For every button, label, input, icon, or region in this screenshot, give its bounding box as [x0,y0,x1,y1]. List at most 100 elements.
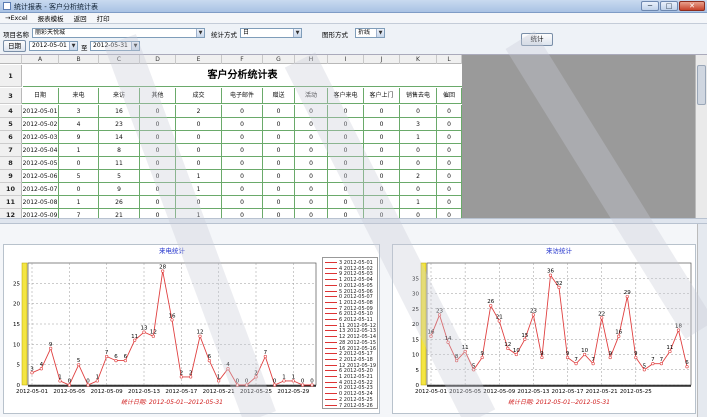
column-header-H[interactable]: H [295,55,328,64]
table-cell[interactable]: 0 [222,105,263,118]
column-header-F[interactable]: F [222,55,263,64]
table-cell[interactable]: 0 [364,144,400,157]
table-cell[interactable]: 销售去电 [400,88,437,104]
table-cell[interactable]: 9 [59,131,99,144]
table-cell[interactable]: 0 [328,209,364,218]
column-header-D[interactable]: D [140,55,176,64]
table-cell[interactable]: 0 [437,183,462,196]
table-cell[interactable]: 2012-05-02 [22,118,59,131]
table-cell[interactable]: 客户来电 [328,88,364,104]
table-cell[interactable]: 2012-05-01 [22,105,59,118]
table-cell[interactable]: 16 [99,105,140,118]
table-cell[interactable]: 日期 [22,88,59,104]
chevron-down-icon[interactable]: ▼ [293,29,301,37]
chevron-down-icon[interactable]: ▼ [196,29,204,37]
table-cell[interactable]: 0 [140,209,176,218]
minimize-button[interactable]: ─ [641,1,659,11]
chart-mode-select[interactable]: 折线 ▼ [355,28,385,38]
table-cell[interactable]: 催回 [437,88,462,104]
table-cell[interactable]: 0 [295,131,328,144]
table-cell[interactable]: 0 [328,118,364,131]
table-cell[interactable]: 2012-05-06 [22,170,59,183]
table-cell[interactable]: 2012-05-07 [22,183,59,196]
table-cell[interactable]: 23 [99,118,140,131]
charts-scrollbar[interactable] [697,224,707,417]
table-cell[interactable]: 3 [400,118,437,131]
table-cell[interactable]: 0 [140,157,176,170]
table-cell[interactable]: 0 [328,196,364,209]
table-cell[interactable]: 0 [222,118,263,131]
table-cell[interactable]: 0 [222,144,263,157]
table-cell[interactable]: 0 [400,157,437,170]
date-to-picker[interactable]: 2012-05-31 ▼ [90,41,140,51]
table-cell[interactable]: 0 [222,196,263,209]
table-cell[interactable]: 5 [59,170,99,183]
table-cell[interactable]: 0 [263,209,295,218]
table-cell[interactable]: 0 [176,131,222,144]
maximize-button[interactable]: □ [660,1,678,11]
table-cell[interactable]: 0 [437,144,462,157]
table-cell[interactable]: 2 [400,170,437,183]
column-header-G[interactable]: G [263,55,295,64]
table-cell[interactable]: 1 [59,144,99,157]
chevron-down-icon[interactable]: ▼ [376,29,384,37]
table-cell[interactable]: 0 [263,157,295,170]
table-cell[interactable]: 0 [140,144,176,157]
row-header[interactable]: 11 [0,196,22,209]
table-cell[interactable]: 26 [99,196,140,209]
table-cell[interactable]: 1 [400,131,437,144]
table-cell[interactable]: 1 [176,170,222,183]
table-cell[interactable]: 0 [263,196,295,209]
table-cell[interactable]: 0 [140,183,176,196]
table-cell[interactable]: 0 [176,144,222,157]
table-cell[interactable]: 2012-05-03 [22,131,59,144]
table-cell[interactable]: 0 [263,131,295,144]
table-cell[interactable]: 0 [176,196,222,209]
table-cell[interactable]: 来电 [59,88,99,104]
chevron-down-icon[interactable]: ▼ [131,42,139,50]
table-cell[interactable]: 0 [437,170,462,183]
menu-item-print[interactable]: 打印 [92,13,115,23]
row-header[interactable]: 4 [0,105,22,118]
table-cell[interactable]: 0 [364,209,400,218]
table-cell[interactable]: 9 [99,183,140,196]
table-cell[interactable]: 活动 [295,88,328,104]
table-cell[interactable]: 其他 [140,88,176,104]
table-cell[interactable]: 0 [59,157,99,170]
table-cell[interactable]: 2012-05-04 [22,144,59,157]
table-cell[interactable]: 3 [59,105,99,118]
table-cell[interactable]: 0 [364,118,400,131]
table-cell[interactable]: 0 [222,183,263,196]
column-header-I[interactable]: I [328,55,364,64]
table-cell[interactable]: 0 [400,105,437,118]
table-cell[interactable]: 0 [328,170,364,183]
table-cell[interactable]: 0 [295,118,328,131]
table-cell[interactable]: 0 [263,118,295,131]
table-cell[interactable]: 0 [263,170,295,183]
row-header[interactable]: 3 [0,88,22,104]
stat-mode-select[interactable]: 日 ▼ [240,28,302,38]
table-cell[interactable]: 0 [328,105,364,118]
table-cell[interactable]: 0 [295,170,328,183]
row-header[interactable]: 5 [0,118,22,131]
project-select[interactable]: 丽彩天悦城 ▼ [32,28,205,38]
report-sheet[interactable]: ABCDEFGHIJKL 1 客户分析统计表 3 日期 来电 来访 其他 成交 电子邮件 赠送… [0,54,707,218]
table-cell[interactable]: 0 [263,144,295,157]
row-header[interactable]: 8 [0,157,22,170]
table-cell[interactable]: 21 [99,209,140,218]
table-cell[interactable]: 0 [140,196,176,209]
table-cell[interactable]: 1 [400,196,437,209]
table-cell[interactable]: 2012-05-08 [22,196,59,209]
table-cell[interactable]: 0 [437,118,462,131]
chevron-down-icon[interactable]: ▼ [69,42,77,50]
table-cell[interactable]: 0 [437,131,462,144]
table-cell[interactable]: 2012-05-05 [22,157,59,170]
table-cell[interactable]: 0 [295,196,328,209]
table-cell[interactable]: 1 [176,183,222,196]
table-cell[interactable]: 2012-05-09 [22,209,59,218]
table-cell[interactable]: 5 [99,170,140,183]
menu-item-template[interactable]: 报表模板 [33,13,69,23]
table-cell[interactable]: 0 [364,131,400,144]
menu-item-excel[interactable]: →Excel [0,14,33,22]
corner-cell[interactable] [0,55,22,64]
